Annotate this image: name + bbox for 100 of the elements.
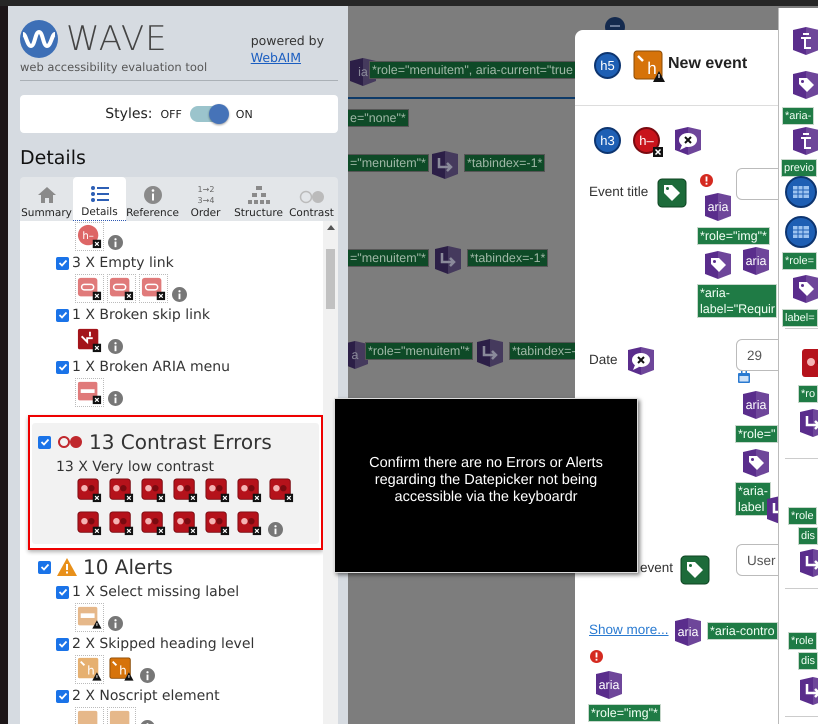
attribute-tag: *role="menuitem"* xyxy=(366,343,472,359)
contrast-error-icon[interactable] xyxy=(269,478,294,503)
aria-icon[interactable]: aria xyxy=(741,390,771,420)
info-icon[interactable] xyxy=(140,668,155,683)
attribute-tag: *tabindex=-1* xyxy=(468,250,548,266)
heading-icon[interactable]: h3 xyxy=(594,127,621,154)
attribute-tag: ="menuitem"* xyxy=(348,155,428,171)
logo-text: WAVE xyxy=(66,20,168,58)
tag-icon[interactable] xyxy=(741,448,771,478)
attribute-tag: *role xyxy=(789,508,816,524)
info-icon[interactable] xyxy=(108,616,123,631)
attribute-tag: ="menuitem"* xyxy=(348,250,428,266)
contrast-error-icon[interactable] xyxy=(173,511,198,536)
info-icon[interactable] xyxy=(108,391,123,406)
field-label: event xyxy=(640,560,674,575)
checkbox[interactable] xyxy=(56,586,69,598)
speech-error-icon[interactable] xyxy=(673,126,703,156)
link-error-icon[interactable] xyxy=(109,276,134,301)
info-icon[interactable] xyxy=(108,339,123,354)
aria-icon[interactable]: aria xyxy=(703,192,733,222)
issue-label: 2 X Skipped heading level xyxy=(72,636,254,652)
table-icon[interactable] xyxy=(785,176,817,208)
calendar-icon[interactable] xyxy=(738,371,750,383)
issue-label: 1 X Broken ARIA menu xyxy=(72,359,230,375)
attribute-tag: *aria- xyxy=(783,108,814,124)
checkbox[interactable] xyxy=(56,360,69,374)
info-icon[interactable] xyxy=(268,522,283,537)
tag-icon[interactable] xyxy=(703,250,733,280)
contrast-error-icon[interactable] xyxy=(141,511,166,536)
tab[interactable]: 1→2 3→4 Order xyxy=(179,177,232,221)
aria-icon[interactable]: aria xyxy=(741,246,771,276)
issue-label: 1 X Broken skip link xyxy=(72,307,210,323)
tab[interactable]: Reference xyxy=(126,177,179,221)
info-icon[interactable] xyxy=(172,287,187,302)
checkbox[interactable] xyxy=(56,690,69,702)
attribute-tag: *role xyxy=(789,633,816,649)
section-heading: Details xyxy=(20,147,87,169)
show-more-link[interactable]: Show more... xyxy=(589,622,669,637)
contrast-error-icon[interactable] xyxy=(109,511,134,536)
select-field[interactable]: User xyxy=(736,544,778,576)
attribute-tag: *tabindex=- xyxy=(510,343,578,359)
contrast-error-icon[interactable] xyxy=(77,478,102,503)
select-alert-icon[interactable] xyxy=(77,605,102,630)
dialog-title: New event xyxy=(668,55,748,73)
number-input[interactable]: 29 xyxy=(736,339,778,371)
attribute-tag: *ro xyxy=(799,386,818,402)
error-icon[interactable] xyxy=(590,650,603,663)
checkbox[interactable] xyxy=(56,308,69,322)
aria-icon[interactable]: aria xyxy=(594,670,624,700)
contrast-error-icon[interactable] xyxy=(237,478,262,503)
attribute-tag: e="none"* xyxy=(348,110,408,126)
styles-label: Styles: xyxy=(105,106,152,122)
contrast-error-icon[interactable] xyxy=(205,511,230,536)
heading-icon[interactable]: h5 xyxy=(594,52,621,79)
contrast-error-icon[interactable] xyxy=(205,478,230,503)
contrast-error-icon[interactable] xyxy=(237,511,262,536)
tab[interactable]: Structure xyxy=(232,177,285,221)
warning-icon xyxy=(57,558,77,576)
checkbox[interactable] xyxy=(56,256,69,270)
attribute-tag: *role="img"* xyxy=(698,228,769,244)
link-error-icon[interactable] xyxy=(141,276,166,301)
styles-toggle[interactable] xyxy=(190,106,228,122)
arrow-icon[interactable] xyxy=(430,150,460,180)
arrow-icon[interactable] xyxy=(475,338,505,368)
tag-icon[interactable] xyxy=(657,178,687,208)
contrast-error-icon[interactable] xyxy=(77,511,102,536)
tag-icon[interactable] xyxy=(791,70,818,100)
skip-link-error-icon[interactable] xyxy=(77,328,102,353)
error-icon[interactable] xyxy=(700,174,713,187)
attribute-tag: *aria-label="Requir xyxy=(698,285,776,317)
attribute-tag: label= xyxy=(783,310,817,326)
issue-label: 2 X Noscript element xyxy=(72,688,220,704)
scrollbar[interactable] xyxy=(323,221,338,724)
off-label: OFF xyxy=(160,108,182,120)
contrast-error-icon[interactable] xyxy=(109,478,134,503)
issue-label: 3 X Empty link xyxy=(72,255,174,271)
contrast-error-icon[interactable] xyxy=(173,478,198,503)
info-icon xyxy=(144,186,162,204)
powered-by-text: powered by xyxy=(250,32,324,49)
heading-error-icon[interactable]: h– xyxy=(633,127,663,157)
table-icon[interactable] xyxy=(785,216,817,248)
arrow-icon[interactable] xyxy=(433,245,463,275)
attribute-tag: *role="img"* xyxy=(589,705,660,721)
link-error-icon[interactable] xyxy=(77,276,102,301)
speech-error-icon[interactable] xyxy=(626,346,656,376)
tab[interactable]: Details xyxy=(73,177,126,221)
tab[interactable]: Summary xyxy=(20,177,73,221)
tag-icon[interactable] xyxy=(680,555,710,585)
menu-error-icon[interactable] xyxy=(77,380,102,405)
tab[interactable]: Contrast xyxy=(285,177,338,221)
tag-icon[interactable] xyxy=(791,274,818,304)
contrast-error-icon[interactable] xyxy=(141,478,166,503)
attribute-tag: *aria-label xyxy=(736,483,770,515)
checkbox[interactable] xyxy=(38,560,51,574)
checkbox[interactable] xyxy=(56,638,69,650)
webaim-link[interactable]: WebAIM xyxy=(250,50,301,65)
issue-label: 13 X Very low contrast xyxy=(55,459,215,475)
info-icon[interactable] xyxy=(108,235,123,250)
aria-icon[interactable]: aria xyxy=(673,617,703,647)
checkbox[interactable] xyxy=(38,436,51,448)
